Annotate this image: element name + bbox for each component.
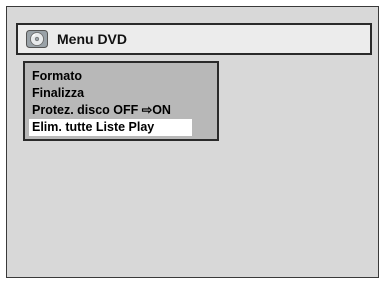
menu-item-finalizza[interactable]: Finalizza	[25, 85, 217, 102]
menu-title-bar: Menu DVD	[16, 23, 372, 55]
disc-icon	[26, 30, 48, 48]
menu-item-formato[interactable]: Formato	[25, 68, 217, 85]
dvd-menu-screen: Menu DVD Formato Finalizza Protez. disco…	[6, 6, 379, 278]
menu-item-delete-all-playlists[interactable]: Elim. tutte Liste Play	[29, 119, 192, 136]
dvd-menu-list: Formato Finalizza Protez. disco OFF ⇨ON …	[23, 61, 219, 141]
menu-item-disc-protect[interactable]: Protez. disco OFF ⇨ON	[25, 102, 217, 119]
menu-title: Menu DVD	[57, 31, 127, 47]
